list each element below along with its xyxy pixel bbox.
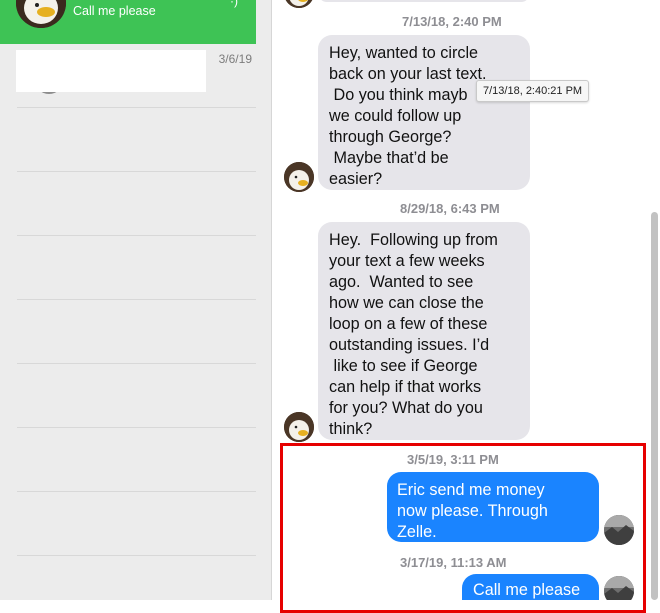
message-line: Hey. Following up from — [329, 231, 498, 249]
divider — [17, 363, 256, 364]
divider — [17, 555, 256, 556]
message-line: like to see if George — [329, 357, 478, 375]
eagle-avatar-icon — [284, 162, 314, 192]
eagle-avatar-icon — [284, 412, 314, 442]
message-bubble-incoming[interactable]: Hey, wanted to circle back on your last … — [318, 35, 530, 190]
message-timestamp: 7/13/18, 2:40 PM — [402, 14, 502, 29]
message-line: how we can close the — [329, 294, 484, 312]
conversation-sidebar: ·) Call me please 3/6/19 — [0, 0, 272, 600]
conversation-item-active[interactable]: ·) Call me please — [0, 0, 256, 44]
message-line: ago. Wanted to see — [329, 273, 474, 291]
chat-scrollbar[interactable] — [651, 212, 658, 600]
eagle-avatar-icon — [284, 0, 314, 8]
message-bubble-incoming[interactable] — [318, 0, 530, 2]
message-line: for you? What do you — [329, 399, 483, 417]
eagle-avatar-icon — [16, 0, 66, 28]
message-line: your text a few weeks — [329, 252, 485, 270]
message-line: Hey, wanted to circle — [329, 44, 479, 62]
highlight-box — [280, 443, 646, 613]
message-line: think? — [329, 420, 373, 438]
conversation-item[interactable]: 3/6/19 — [0, 44, 256, 107]
message-line: Maybe that’d be — [329, 149, 449, 167]
timestamp-tooltip: 7/13/18, 2:40:21 PM — [476, 80, 590, 102]
message-line: loop on a few of these — [329, 315, 488, 333]
divider — [17, 299, 256, 300]
message-line: can help if that works — [329, 378, 482, 396]
divider — [17, 491, 256, 492]
conversation-date: 3/6/19 — [218, 52, 252, 66]
message-line: we could follow up — [329, 107, 462, 125]
divider — [17, 427, 256, 428]
conversation-status-glyph: ·) — [230, 0, 238, 8]
divider — [17, 107, 256, 108]
message-line: through George? — [329, 128, 452, 146]
divider — [17, 235, 256, 236]
message-line: outstanding issues. I’d — [329, 336, 490, 354]
divider — [17, 171, 256, 172]
message-bubble-incoming[interactable]: Hey. Following up from your text a few w… — [318, 222, 530, 440]
message-timestamp: 8/29/18, 6:43 PM — [400, 201, 500, 216]
redacted-contact-name — [16, 50, 206, 92]
message-line: easier? — [329, 170, 383, 188]
conversation-preview: Call me please — [73, 4, 156, 18]
